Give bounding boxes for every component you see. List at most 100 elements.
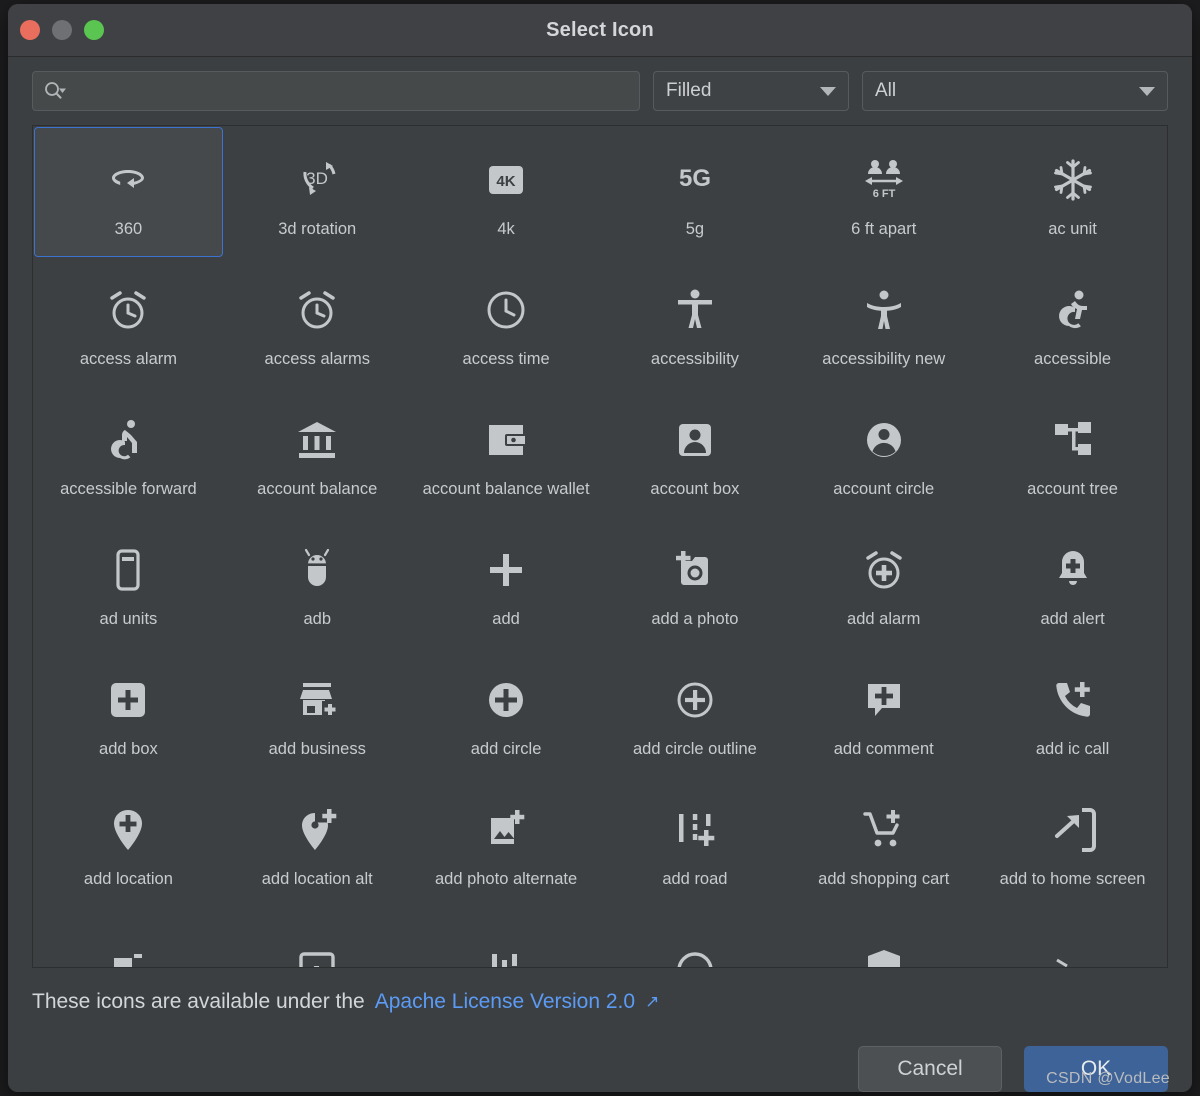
icon-cell[interactable]: 4K 4k	[412, 127, 601, 257]
svg-text:6 FT: 6 FT	[872, 188, 895, 200]
icon-cell[interactable]: access alarms	[223, 257, 412, 387]
icon-label: 4k	[497, 219, 515, 238]
icon-cell[interactable]: account tree	[978, 387, 1167, 517]
icon-cell[interactable]: add box	[34, 647, 223, 777]
icon-label: ad units	[99, 609, 158, 628]
icon-cell[interactable]: ad units	[34, 517, 223, 647]
icon-cell[interactable]: add shopping cart	[789, 777, 978, 907]
add-a-photo-icon	[662, 537, 728, 603]
style-filter-value: Filled	[666, 80, 712, 101]
icon-cell[interactable]: adb	[223, 517, 412, 647]
icon-cell[interactable]: add location	[34, 777, 223, 907]
icon-cell[interactable]	[223, 907, 412, 967]
accessible-forward-icon	[95, 407, 161, 473]
icon-grid-container[interactable]: 360 3D 3d rotation 4K 4k 5G 5g 6 FT 6 ft apart ac…	[32, 125, 1168, 968]
icon-cell[interactable]: accessible	[978, 257, 1167, 387]
add-photo-alternate-icon	[473, 797, 539, 863]
icon-cell[interactable]: add ic call	[978, 647, 1167, 777]
icon-cell[interactable]: add circle outline	[600, 647, 789, 777]
add-shopping-cart-icon	[851, 797, 917, 863]
icon-cell[interactable]: account balance	[223, 387, 412, 517]
search-field[interactable]	[32, 71, 640, 111]
icon-cell[interactable]: 360	[34, 127, 223, 257]
close-window-button[interactable]	[20, 20, 40, 40]
add-ic-call-icon	[1040, 667, 1106, 733]
account-circle-icon	[851, 407, 917, 473]
icon-cell[interactable]: add business	[223, 647, 412, 777]
icon-cell[interactable]: add	[412, 517, 601, 647]
admin-panel-settings-icon	[851, 935, 917, 967]
icon-label: access alarms	[264, 349, 370, 368]
icon-label: add comment	[833, 739, 934, 758]
icon-cell[interactable]: add road	[600, 777, 789, 907]
accessible-icon	[1040, 277, 1106, 343]
icon-cell[interactable]: add comment	[789, 647, 978, 777]
svg-text:5G: 5G	[679, 165, 711, 192]
maximize-window-button[interactable]	[84, 20, 104, 40]
4k-icon: 4K	[473, 147, 539, 213]
search-icon[interactable]	[43, 81, 69, 101]
icon-label: add road	[662, 869, 728, 888]
account-box-icon	[662, 407, 728, 473]
cancel-button[interactable]: Cancel	[858, 1046, 1002, 1092]
icon-cell[interactable]: accessibility new	[789, 257, 978, 387]
style-filter-dropdown[interactable]: Filled	[653, 71, 849, 111]
minimize-window-button[interactable]	[52, 20, 72, 40]
icon-cell[interactable]: accessibility	[600, 257, 789, 387]
icon-cell[interactable]: account box	[600, 387, 789, 517]
title-bar: Select Icon	[8, 4, 1192, 57]
search-input[interactable]	[69, 72, 629, 110]
access-time-icon	[473, 277, 539, 343]
icon-cell[interactable]	[978, 907, 1167, 967]
ads-click-icon	[1040, 935, 1106, 967]
icon-label: 5g	[685, 219, 705, 238]
add-circle-icon	[473, 667, 539, 733]
icon-cell[interactable]: add alarm	[789, 517, 978, 647]
addchart-icon	[473, 935, 539, 967]
icon-cell[interactable]	[789, 907, 978, 967]
icon-label: access time	[462, 349, 550, 368]
icon-label: account balance	[257, 479, 378, 498]
icon-cell[interactable]: 3D 3d rotation	[223, 127, 412, 257]
filter-toolbar: Filled All	[8, 57, 1192, 125]
icon-cell[interactable]: access time	[412, 257, 601, 387]
icon-cell[interactable]: add location alt	[223, 777, 412, 907]
icon-label: accessible forward	[60, 479, 197, 498]
accessibility-new-icon	[851, 277, 917, 343]
icon-cell[interactable]: accessible forward	[34, 387, 223, 517]
icon-cell[interactable]	[34, 907, 223, 967]
icon-label: add	[492, 609, 520, 628]
add-business-icon	[284, 667, 350, 733]
category-filter-dropdown[interactable]: All	[862, 71, 1168, 111]
icon-label: account tree	[1027, 479, 1118, 498]
icon-label: accessibility	[650, 349, 739, 368]
icon-label: account circle	[833, 479, 935, 498]
icon-label: accessible	[1034, 349, 1112, 368]
icon-cell[interactable]: 6 FT 6 ft apart	[789, 127, 978, 257]
account-balance-wallet-icon	[473, 407, 539, 473]
icon-cell[interactable]: account circle	[789, 387, 978, 517]
icon-cell[interactable]: add a photo	[600, 517, 789, 647]
icon-cell[interactable]	[412, 907, 601, 967]
icon-cell[interactable]	[600, 907, 789, 967]
chevron-down-icon	[1139, 86, 1155, 96]
icon-cell[interactable]: add photo alternate	[412, 777, 601, 907]
icon-cell[interactable]: access alarm	[34, 257, 223, 387]
icon-label: add alert	[1040, 609, 1105, 628]
icon-cell[interactable]: 5G 5g	[600, 127, 789, 257]
license-link[interactable]: Apache License Version 2.0	[375, 990, 635, 1014]
icon-label: adb	[303, 609, 331, 628]
icon-label: add to home screen	[999, 869, 1146, 888]
icon-cell[interactable]: account balance wallet	[412, 387, 601, 517]
icon-label: add location	[83, 869, 173, 888]
accessibility-icon	[662, 277, 728, 343]
icon-cell[interactable]: add to home screen	[978, 777, 1167, 907]
icon-label: 3d rotation	[278, 219, 357, 238]
icon-cell[interactable]: add circle	[412, 647, 601, 777]
icon-cell[interactable]: ac unit	[978, 127, 1167, 257]
add-road-icon	[662, 797, 728, 863]
add-comment-icon	[851, 667, 917, 733]
add-to-queue-icon	[284, 935, 350, 967]
add-circle-outline-icon	[662, 667, 728, 733]
icon-cell[interactable]: add alert	[978, 517, 1167, 647]
